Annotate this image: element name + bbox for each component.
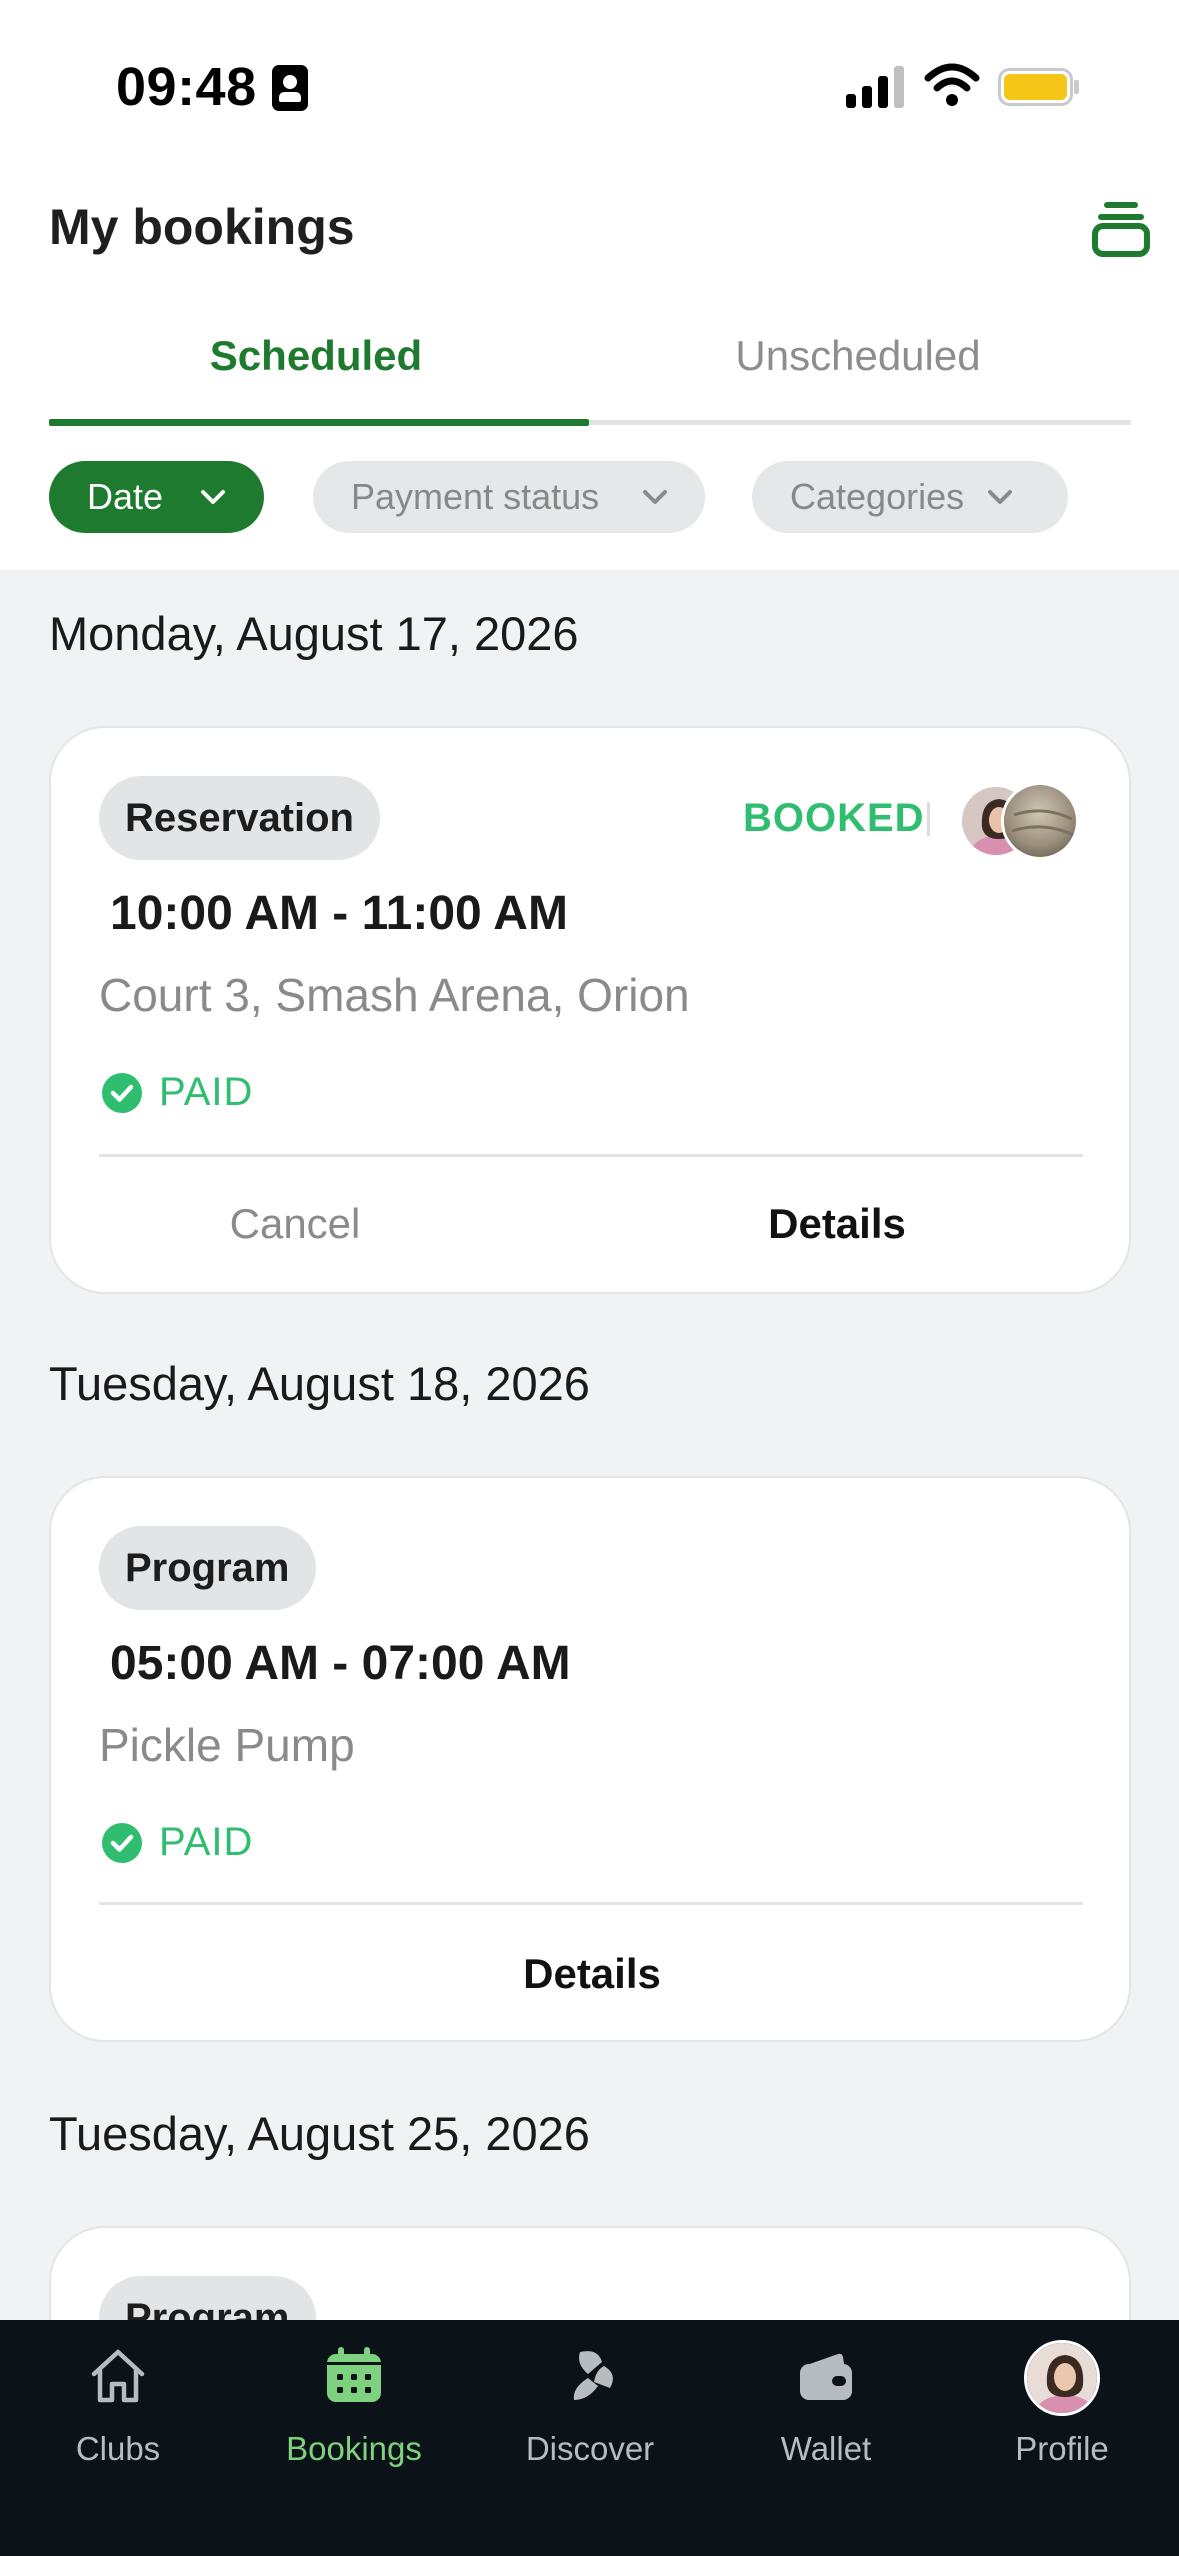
cancel-button[interactable]: Cancel: [99, 1200, 491, 1248]
nav-label: Clubs: [75, 2430, 161, 2467]
booking-card-reservation[interactable]: Reservation BOOKED 10:00 AM - 11:00 AM C…: [49, 726, 1131, 1294]
booking-location: Court 3, Smash Arena, Orion: [99, 969, 690, 1021]
tab-scheduled[interactable]: Scheduled: [46, 332, 586, 380]
nav-discover[interactable]: Discover: [472, 2320, 708, 2556]
date-heading: Tuesday, August 18, 2026: [49, 1357, 590, 1410]
details-button[interactable]: Details: [51, 1950, 1133, 1998]
chevron-down-icon: [201, 490, 225, 504]
nav-wallet[interactable]: Wallet: [708, 2320, 944, 2556]
details-button[interactable]: Details: [641, 1200, 1033, 1248]
discover-icon: [573, 2351, 613, 2400]
filter-categories-label: Categories: [790, 476, 965, 517]
status-bar: 09:48: [0, 0, 1179, 170]
booking-time-range: 10:00 AM - 11:00 AM: [110, 887, 568, 940]
payment-status: PAID: [101, 1820, 253, 1865]
check-circle-icon: [102, 1822, 142, 1863]
tab-active-indicator: [49, 419, 589, 426]
nav-label: Discover: [525, 2430, 655, 2467]
bookings-header: My bookings Scheduled Unscheduled Date P…: [0, 170, 1179, 570]
filter-date-label: Date: [87, 476, 164, 517]
wallet-icon: [800, 2353, 852, 2400]
booking-status-label: BOOKED: [743, 796, 925, 840]
filter-payment-status-label: Payment status: [351, 476, 600, 517]
contact-card-icon: [272, 65, 308, 111]
bottom-tab-bar: Clubs Bookings Discover Wallet Profile: [0, 2320, 1179, 2556]
filter-payment-status-chip[interactable]: Payment status: [313, 461, 705, 533]
calendar-icon: [327, 2347, 381, 2402]
home-icon: [91, 2349, 145, 2403]
avatar: [1024, 2340, 1100, 2416]
page-title: My bookings: [49, 199, 355, 255]
wifi-icon: [924, 63, 980, 106]
check-circle-icon: [102, 1072, 142, 1113]
date-heading: Monday, August 17, 2026: [49, 607, 579, 660]
nav-label: Profile: [1015, 2430, 1109, 2467]
nav-clubs[interactable]: Clubs: [0, 2320, 236, 2556]
stack-icon[interactable]: [1092, 198, 1150, 258]
participant-avatar[interactable]: [1001, 782, 1079, 860]
booking-type-badge: Program: [99, 1526, 316, 1610]
payment-status-label: PAID: [159, 1070, 254, 1114]
chevron-down-icon: [988, 490, 1012, 504]
nav-label: Bookings: [286, 2430, 422, 2467]
filter-date-chip[interactable]: Date: [49, 461, 264, 533]
payment-status: PAID: [101, 1070, 253, 1115]
payment-status-label: PAID: [159, 1820, 254, 1864]
nav-bookings[interactable]: Bookings: [236, 2320, 472, 2556]
status-time: 09:48: [116, 57, 257, 117]
nav-label: Wallet: [780, 2430, 872, 2467]
nav-profile[interactable]: Profile: [944, 2320, 1179, 2556]
booking-time-range: 05:00 AM - 07:00 AM: [110, 1637, 571, 1690]
signal-icon: [846, 66, 904, 108]
booking-card-program[interactable]: Program 05:00 AM - 07:00 AM Pickle Pump …: [49, 1476, 1131, 2042]
date-heading: Tuesday, August 25, 2026: [49, 2107, 590, 2160]
card-divider: [99, 1902, 1083, 1905]
status-separator: [927, 802, 930, 836]
battery-icon: [998, 68, 1079, 106]
tab-unscheduled[interactable]: Unscheduled: [588, 332, 1128, 380]
filter-categories-chip[interactable]: Categories: [752, 461, 1068, 533]
card-divider: [99, 1154, 1083, 1157]
booking-location: Pickle Pump: [99, 1719, 355, 1771]
booking-type-badge: Reservation: [99, 776, 380, 860]
chevron-down-icon: [643, 490, 667, 504]
